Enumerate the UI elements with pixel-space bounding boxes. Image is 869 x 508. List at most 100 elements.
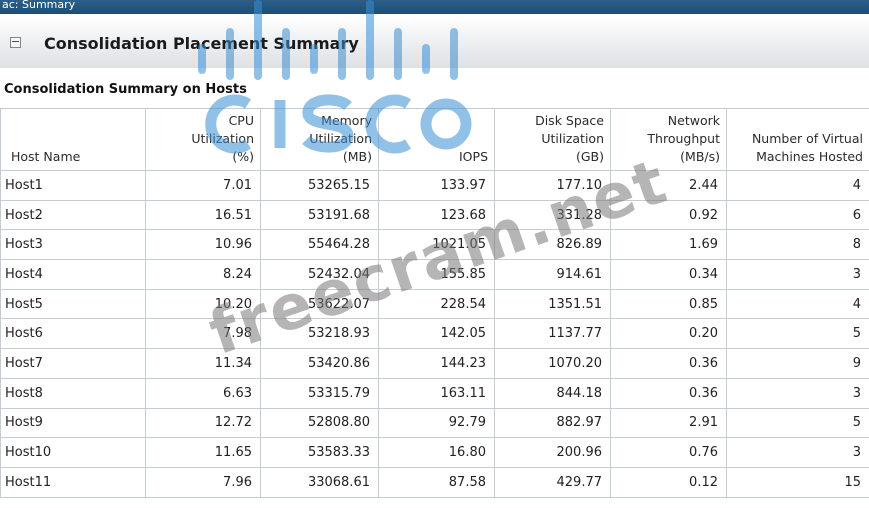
table-cell: 133.97 <box>378 170 495 201</box>
table-row[interactable]: Host9 12.72 52808.80 92.79 882.97 2.91 5 <box>0 407 869 439</box>
host-name-cell: Host9 <box>0 407 146 439</box>
table-cell: 92.79 <box>378 407 495 439</box>
column-header[interactable]: IOPS <box>378 108 495 171</box>
table-cell: 5 <box>726 407 869 439</box>
table-header-row: Host Name CPU Utilization (%) Memory Utilizat… <box>0 108 869 171</box>
table-cell: 2.91 <box>610 407 727 439</box>
consolidation-summary-table: Host Name CPU Utilization (%) Memory Utilizat… <box>0 108 869 498</box>
column-header[interactable]: CPU Utilization (%) <box>145 108 261 171</box>
window-title-bar: ac: Summary <box>0 0 869 14</box>
table-cell: 10.96 <box>145 229 261 261</box>
table-cell: 53622.07 <box>260 288 379 320</box>
table-cell: 12.72 <box>145 407 261 439</box>
table-row[interactable]: Host4 8.24 52432.04 155.85 914.61 0.34 3 <box>0 259 869 290</box>
table-cell: 228.54 <box>378 288 495 320</box>
table-cell: 7.01 <box>145 170 261 201</box>
column-header[interactable]: Disk Space Utilization (GB) <box>494 108 611 171</box>
column-header-line: Utilization <box>541 131 604 146</box>
column-header-line: Throughput <box>647 131 720 146</box>
column-header-line: IOPS <box>459 149 488 164</box>
table-cell: 87.58 <box>378 466 495 498</box>
table-cell: 0.85 <box>610 288 727 320</box>
column-header-line: (MB/s) <box>680 149 720 164</box>
column-header-line: (%) <box>232 149 254 164</box>
table-row[interactable]: Host1 7.01 53265.15 133.97 177.10 2.44 4 <box>0 170 869 201</box>
table-row[interactable]: Host7 11.34 53420.86 144.23 1070.20 0.36 9 <box>0 348 869 379</box>
table-cell: 429.77 <box>494 466 611 498</box>
table-cell: 3 <box>726 259 869 290</box>
table-cell: 2.44 <box>610 170 727 201</box>
table-cell: 33068.61 <box>260 466 379 498</box>
table-cell: 1351.51 <box>494 288 611 320</box>
column-header-line: CPU <box>228 113 254 128</box>
table-row[interactable]: Host5 10.20 53622.07 228.54 1351.51 0.85 4 <box>0 288 869 320</box>
table-cell: 4 <box>726 170 869 201</box>
table-row[interactable]: Host11 7.96 33068.61 87.58 429.77 0.12 15 <box>0 466 869 498</box>
table-cell: 53191.68 <box>260 199 379 231</box>
table-cell: 163.11 <box>378 377 495 409</box>
table-cell: 53265.15 <box>260 170 379 201</box>
host-name-cell: Host1 <box>0 170 146 201</box>
table-cell: 11.65 <box>145 437 261 468</box>
table-cell: 3 <box>726 377 869 409</box>
table-cell: 0.76 <box>610 437 727 468</box>
column-header[interactable]: Network Throughput (MB/s) <box>610 108 727 171</box>
column-header-line: (MB) <box>342 149 372 164</box>
table-cell: 0.92 <box>610 199 727 231</box>
table-cell: 0.12 <box>610 466 727 498</box>
column-header-line: Memory <box>321 113 372 128</box>
table-cell: 5 <box>726 318 869 350</box>
table-cell: 16.80 <box>378 437 495 468</box>
table-cell: 177.10 <box>494 170 611 201</box>
table-row[interactable]: Host2 16.51 53191.68 123.68 331.28 0.92 6 <box>0 199 869 231</box>
table-cell: 826.89 <box>494 229 611 261</box>
collapse-icon[interactable]: − <box>10 36 21 48</box>
table-subheading: Consolidation Summary on Hosts <box>4 82 247 97</box>
table-cell: 142.05 <box>378 318 495 350</box>
table-cell: 6 <box>726 199 869 231</box>
table-cell: 7.98 <box>145 318 261 350</box>
table-cell: 0.34 <box>610 259 727 290</box>
table-row[interactable]: Host3 10.96 55464.28 1021.05 826.89 1.69 8 <box>0 229 869 261</box>
column-header-line: Disk Space <box>535 113 604 128</box>
table-cell: 11.34 <box>145 348 261 379</box>
table-cell: 123.68 <box>378 199 495 231</box>
table-cell: 4 <box>726 288 869 320</box>
table-cell: 3 <box>726 437 869 468</box>
column-header-line: Host Name <box>11 149 81 164</box>
column-header-line: (GB) <box>575 149 604 164</box>
window-title: ac: Summary <box>2 0 76 11</box>
table-row[interactable]: Host8 6.63 53315.79 163.11 844.18 0.36 3 <box>0 377 869 409</box>
table-cell: 331.28 <box>494 199 611 231</box>
table-cell: 55464.28 <box>260 229 379 261</box>
section-title: Consolidation Placement Summary <box>44 34 359 53</box>
host-name-cell: Host3 <box>0 229 146 261</box>
host-name-cell: Host11 <box>0 466 146 498</box>
section-header[interactable]: − Consolidation Placement Summary <box>0 16 869 68</box>
table-cell: 53315.79 <box>260 377 379 409</box>
table-cell: 53420.86 <box>260 348 379 379</box>
table-cell: 16.51 <box>145 199 261 231</box>
column-header-line: Machines Hosted <box>756 149 863 164</box>
column-header[interactable]: Host Name <box>0 108 146 171</box>
column-header[interactable]: Number of Virtual Machines Hosted <box>726 108 869 171</box>
table-body: Host1 7.01 53265.15 133.97 177.10 2.44 4 Host2 1… <box>0 170 869 498</box>
table-cell: 914.61 <box>494 259 611 290</box>
table-cell: 10.20 <box>145 288 261 320</box>
table-cell: 144.23 <box>378 348 495 379</box>
table-row[interactable]: Host10 11.65 53583.33 16.80 200.96 0.76 3 <box>0 437 869 468</box>
column-header-line: Utilization <box>309 131 372 146</box>
table-cell: 1021.05 <box>378 229 495 261</box>
table-cell: 882.97 <box>494 407 611 439</box>
column-header-line: Utilization <box>191 131 254 146</box>
table-cell: 53583.33 <box>260 437 379 468</box>
table-cell: 844.18 <box>494 377 611 409</box>
table-cell: 200.96 <box>494 437 611 468</box>
column-header[interactable]: Memory Utilization (MB) <box>260 108 379 171</box>
host-name-cell: Host7 <box>0 348 146 379</box>
table-row[interactable]: Host6 7.98 53218.93 142.05 1137.77 0.20 5 <box>0 318 869 350</box>
table-cell: 52808.80 <box>260 407 379 439</box>
table-cell: 8.24 <box>145 259 261 290</box>
table-cell: 8 <box>726 229 869 261</box>
table-cell: 0.20 <box>610 318 727 350</box>
